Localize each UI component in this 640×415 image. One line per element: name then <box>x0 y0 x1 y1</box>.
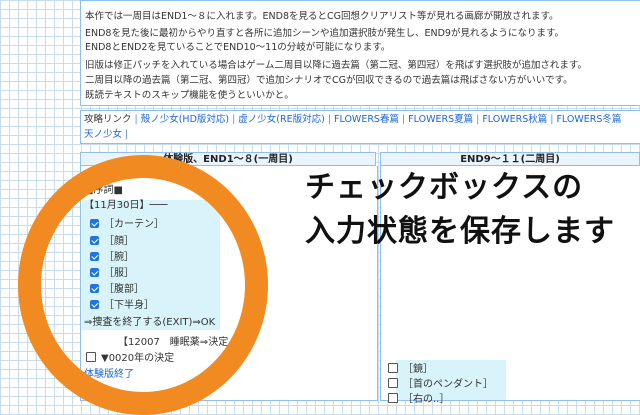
checkbox-label: ［首のペンダント］ <box>403 379 493 390</box>
note-line: END8を見た後に最初からやり直すと各所に追加シーンや追加選択肢が発生し、END… <box>85 28 565 39</box>
checkbox-checked[interactable] <box>90 219 99 228</box>
checkbox-item[interactable]: ［カーテン］ <box>90 218 164 232</box>
note-line: 二周目以降の過去篇（第二冠、第四冠）で追加シナリオでCGが回収できるので過去篇は… <box>85 75 573 86</box>
checkbox-label: ［鏡］ <box>403 364 433 375</box>
checkbox-item-empty[interactable]: ［鏡］ <box>388 363 433 377</box>
link-ten[interactable]: 天ノ少女 <box>84 129 122 140</box>
checkbox-label: ［顔］ <box>104 236 134 247</box>
checkbox-label: ［腕］ <box>104 252 134 263</box>
checkbox-item[interactable]: ［顔］ <box>90 235 134 249</box>
checkbox-label: ［カーテン］ <box>104 219 164 230</box>
link-row-2: 天ノ少女 | <box>84 129 129 140</box>
trial-end-link[interactable]: 体験版終了 <box>84 368 134 382</box>
checkbox-checked[interactable] <box>90 236 99 245</box>
link-row: 攻略リンク | 殻ノ少女(HD版対応) | 虚ノ少女(RE版対応) | FLOWERS春篇 |… <box>84 114 622 125</box>
checkbox-label: ［服］ <box>104 268 134 279</box>
trial-label[interactable]: 体験版 <box>84 171 114 185</box>
checkbox-unchecked[interactable] <box>388 393 398 403</box>
overlay-line-2: 入力状態を保存します <box>305 214 615 249</box>
checkbox-label: ［下半身］ <box>104 300 154 311</box>
checkbox-checked[interactable] <box>90 268 99 277</box>
notes-box: 本作では一周目はEND1～８に入れます。END8を見るとCG回想クリアリスト等が… <box>80 0 640 106</box>
checkbox-item[interactable]: ［下半身］ <box>90 299 154 313</box>
checkbox-item[interactable]: ［腹部］ <box>90 283 144 297</box>
checkbox-unchecked[interactable] <box>388 378 398 388</box>
link-label: 攻略リンク <box>84 114 132 125</box>
overlay-line-1: チェックボックスの <box>305 170 584 205</box>
checkbox-checked[interactable] <box>90 252 99 261</box>
section-title: ■序詞■ <box>84 185 123 196</box>
checkbox-label: ▼0020年の決定 <box>101 353 175 364</box>
checkbox-item[interactable]: ［腕］ <box>90 251 134 265</box>
date-line: 【11月30日】─── <box>84 200 168 211</box>
link-box: 攻略リンク | 殻ノ少女(HD版対応) | 虚ノ少女(RE版対応) | FLOWERS春篇 |… <box>80 110 640 144</box>
link-utsuro[interactable]: 虚ノ少女(RE版対応) <box>238 114 325 125</box>
checkbox-checked[interactable] <box>90 284 99 293</box>
note-line: 旧版は修正パッチを入れている場合はゲーム二周目以降に過去篇（第二冠、第四冠）を飛… <box>85 60 587 71</box>
checkbox-item-empty[interactable]: ［右の..］ <box>388 393 449 407</box>
right-column-heading: END9～１１(二周目) <box>380 152 640 166</box>
checkbox-item-empty[interactable]: ［首のペンダント］ <box>388 378 493 392</box>
checkbox-item[interactable]: ［服］ <box>90 267 134 281</box>
overlay-caption: チェックボックスの 入力状態を保存します <box>305 166 615 254</box>
link-flowers-spring[interactable]: FLOWERS春篇 <box>334 114 399 125</box>
link-flowers-winter[interactable]: FLOWERS冬篇 <box>556 114 621 125</box>
checkbox-item-empty[interactable]: ▼0020年の決定 <box>86 352 174 366</box>
link-flowers-autumn[interactable]: FLOWERS秋篇 <box>482 114 547 125</box>
note-line: END8とEND2を見ていることでEND10～11の分岐が可能になります。 <box>85 42 391 53</box>
link-flowers-summer[interactable]: FLOWERS夏篇 <box>408 114 473 125</box>
checkbox-unchecked[interactable] <box>388 363 398 373</box>
note-line: 本作では一周目はEND1～８に入れます。END8を見るとCG回想クリアリスト等が… <box>85 11 559 22</box>
checkbox-label: ［腹部］ <box>104 284 144 295</box>
partial-line: 【12007 睡眠薬⇒決定 <box>118 337 229 348</box>
left-column-heading: 体験版、END1～８(一周目) <box>80 152 376 166</box>
link-kara[interactable]: 殻ノ少女(HD版対応) <box>141 114 229 125</box>
checkbox-unchecked[interactable] <box>86 352 96 362</box>
exit-line: ⇒捜査を終了する(EXIT)⇒OK <box>84 317 216 328</box>
note-line: 既読テキストのスキップ機能を使うといいかと。 <box>85 90 294 101</box>
checkbox-checked[interactable] <box>90 300 99 309</box>
